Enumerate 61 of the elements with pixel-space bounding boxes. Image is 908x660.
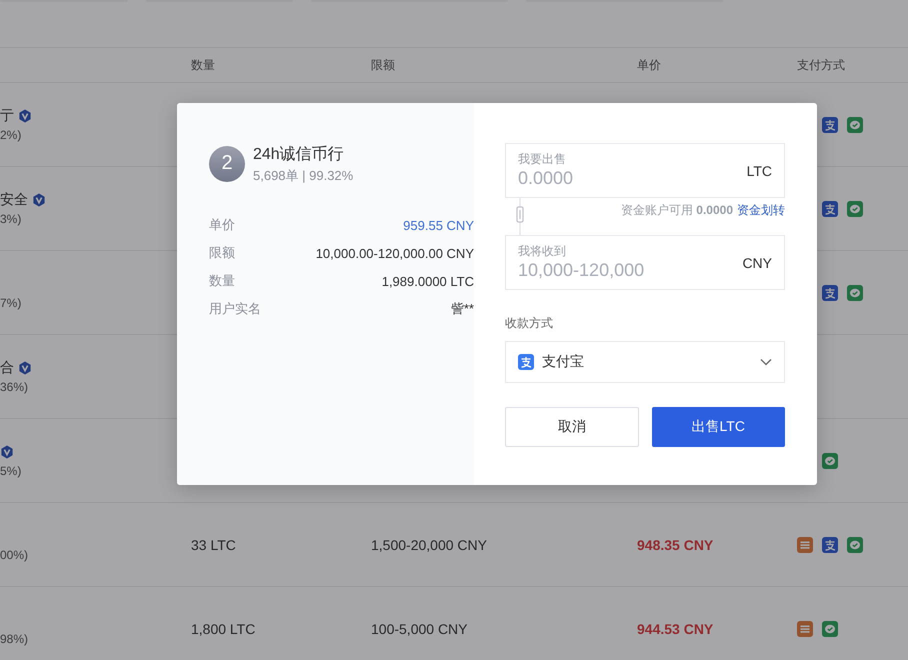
- detail-label: 用户实名: [209, 300, 261, 318]
- detail-label: 数量: [209, 272, 235, 290]
- quantity-cell: 33 LTC: [191, 536, 236, 552]
- quantity-cell: 1,800 LTC: [191, 620, 256, 636]
- card-icon: [797, 536, 813, 552]
- column-header: 数量: [191, 56, 216, 74]
- unit-label: LTC: [746, 162, 772, 178]
- detail-label: 限额: [209, 244, 235, 262]
- sell-amount-field[interactable]: 我要出售 0.0000 LTC: [505, 143, 785, 198]
- alipay-icon: [518, 354, 534, 370]
- wechat-icon: [822, 452, 838, 468]
- column-header: 单价: [637, 56, 662, 74]
- alipay-icon: [822, 284, 838, 300]
- detail-label: 单价: [209, 216, 235, 234]
- payment-select[interactable]: 支付宝: [505, 341, 785, 383]
- price-cell: 944.53 CNY: [637, 620, 714, 636]
- wechat-icon: [847, 536, 863, 552]
- amount-input[interactable]: 10,000-120,000: [518, 260, 678, 280]
- merchant-stats: 00%): [0, 548, 30, 562]
- merchant-stats: 3%): [0, 212, 22, 226]
- alipay-icon: [822, 200, 838, 216]
- wechat-icon: [847, 200, 863, 216]
- transfer-link[interactable]: 资金划转: [737, 202, 785, 219]
- column-header: 支付方式: [797, 56, 846, 74]
- merchant-name: 亍: [0, 107, 14, 125]
- balance-text: 资金账户可用 0.0000: [620, 202, 733, 219]
- merchant-name: 合: [0, 359, 14, 377]
- merchant-stats: 2%): [0, 128, 22, 142]
- merchant-name: 安全: [0, 191, 28, 209]
- merchant-stats: 98%): [0, 632, 30, 646]
- card-icon: [797, 620, 813, 636]
- limit-cell: 100-5,000 CNY: [371, 620, 468, 636]
- cancel-button[interactable]: 取消: [505, 407, 638, 447]
- merchant-stats: 5%): [0, 464, 22, 478]
- limit-cell: 1,500-20,000 CNY: [371, 536, 487, 552]
- detail-value: 1,989.0000 LTC: [382, 274, 474, 288]
- sell-button[interactable]: 出售LTC: [652, 407, 785, 447]
- merchant-name: 24h诚信币行: [253, 144, 345, 165]
- field-label: 我将收到: [518, 242, 567, 260]
- price-cell: 948.35 CNY: [637, 536, 714, 552]
- merchant-stats: 5,698单 | 99.32%: [253, 167, 354, 185]
- alipay-icon: [822, 116, 838, 132]
- unit-label: CNY: [742, 254, 772, 270]
- link-connector-icon: [515, 198, 525, 235]
- receive-amount-field[interactable]: 我将收到 10,000-120,000 CNY: [505, 235, 785, 290]
- amount-input[interactable]: 0.0000: [518, 168, 678, 188]
- select-value: 支付宝: [542, 353, 585, 371]
- wechat-icon: [847, 284, 863, 300]
- detail-value: 訾**: [450, 300, 474, 318]
- field-label: 我要出售: [518, 150, 567, 168]
- detail-value: 959.55 CNY: [403, 218, 474, 232]
- merchant-stats: 7%): [0, 296, 22, 310]
- column-header: 限额: [371, 56, 396, 74]
- payment-method-label: 收款方式: [505, 315, 554, 332]
- alipay-icon: [822, 536, 838, 552]
- wechat-icon: [847, 116, 863, 132]
- chevron-down-icon: [760, 358, 772, 366]
- wechat-icon: [822, 620, 838, 636]
- detail-value: 10,000.00-120,000.00 CNY: [316, 246, 474, 260]
- rank-avatar: 2: [209, 146, 245, 182]
- merchant-stats: 36%): [0, 380, 30, 394]
